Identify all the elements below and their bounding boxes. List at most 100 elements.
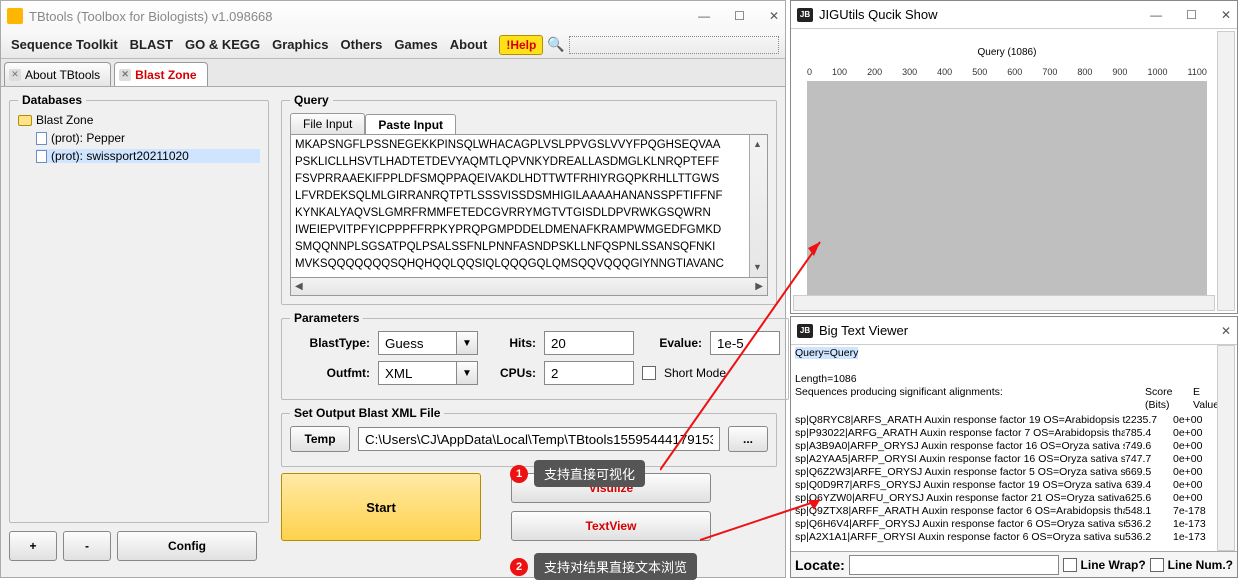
app-icon bbox=[7, 8, 23, 24]
hit-bits: 2235.7 bbox=[1125, 414, 1173, 427]
temp-button[interactable]: Temp bbox=[290, 426, 350, 452]
close-tab-icon[interactable]: ✕ bbox=[9, 69, 21, 81]
menu-others[interactable]: Others bbox=[335, 37, 389, 52]
hit-evalue: 0e+00 bbox=[1173, 479, 1203, 492]
hit-evalue: 0e+00 bbox=[1173, 453, 1203, 466]
blasttype-value[interactable] bbox=[378, 331, 456, 355]
vertical-scrollbar[interactable] bbox=[1217, 345, 1235, 551]
btv-title: Big Text Viewer bbox=[819, 323, 1221, 338]
remove-db-button[interactable]: - bbox=[63, 531, 111, 561]
bits-header: (Bits) bbox=[1145, 399, 1193, 412]
config-button[interactable]: Config bbox=[117, 531, 257, 561]
linewrap-checkbox[interactable] bbox=[1063, 558, 1077, 572]
folder-icon bbox=[18, 115, 32, 126]
hit-bits: 639.4 bbox=[1125, 479, 1173, 492]
ruler-tick: 100 bbox=[832, 67, 847, 77]
linenum-checkbox[interactable] bbox=[1150, 558, 1164, 572]
minimize-icon[interactable]: — bbox=[1150, 8, 1162, 22]
menu-sequence-toolkit[interactable]: Sequence Toolkit bbox=[5, 37, 124, 52]
hit-row[interactable]: sp|Q8RYC8|ARFS_ARATH Auxin response fact… bbox=[795, 414, 1233, 427]
hits-input[interactable] bbox=[544, 331, 634, 355]
hit-bits: 536.2 bbox=[1125, 518, 1173, 531]
tab-blast-zone[interactable]: ✕ Blast Zone bbox=[114, 62, 207, 86]
jigutils-window: JB JIGUtils Qucik Show — ☐ ✕ Query (1086… bbox=[790, 0, 1238, 314]
close-icon[interactable]: ✕ bbox=[769, 9, 779, 23]
start-button[interactable]: Start bbox=[281, 473, 481, 541]
menu-about[interactable]: About bbox=[444, 37, 494, 52]
dropdown-icon[interactable]: ▼ bbox=[456, 331, 478, 355]
hit-name: sp|Q9ZTX8|ARFF_ARATH Auxin response fact… bbox=[795, 505, 1125, 518]
jigutils-titlebar: JB JIGUtils Qucik Show — ☐ ✕ bbox=[791, 1, 1237, 29]
annotation-badge-1: 1 bbox=[510, 465, 528, 483]
menu-graphics[interactable]: Graphics bbox=[266, 37, 334, 52]
outfmt-value[interactable] bbox=[378, 361, 456, 385]
databases-title: Databases bbox=[18, 93, 86, 107]
ruler-tick: 1000 bbox=[1147, 67, 1167, 77]
help-button[interactable]: !Help bbox=[499, 35, 543, 55]
hit-row[interactable]: sp|A2YAA5|ARFP_ORYSI Auxin response fact… bbox=[795, 453, 1233, 466]
maximize-icon[interactable]: ☐ bbox=[1186, 8, 1197, 22]
ruler-tick: 600 bbox=[1007, 67, 1022, 77]
hit-evalue: 0e+00 bbox=[1173, 440, 1203, 453]
hit-name: sp|Q6YZW0|ARFU_ORYSJ Auxin response fact… bbox=[795, 492, 1125, 505]
shortmode-checkbox[interactable] bbox=[642, 366, 656, 380]
btv-text-area[interactable]: Query=Query Length=1086 Sequences produc… bbox=[791, 345, 1237, 551]
hit-evalue: 0e+00 bbox=[1173, 414, 1203, 427]
ruler-tick: 200 bbox=[867, 67, 882, 77]
db-item-pepper[interactable]: (prot): Pepper bbox=[36, 131, 260, 145]
menu-games[interactable]: Games bbox=[388, 37, 443, 52]
tab-file-input[interactable]: File Input bbox=[290, 113, 365, 134]
hit-row[interactable]: sp|Q6Z2W3|ARFE_ORYSJ Auxin response fact… bbox=[795, 466, 1233, 479]
linewrap-label: Line Wrap? bbox=[1081, 558, 1146, 572]
annotation-arrow-icon bbox=[660, 230, 840, 483]
document-icon bbox=[36, 150, 47, 163]
btv-titlebar: JB Big Text Viewer ✕ bbox=[791, 317, 1237, 345]
hit-bits: 749.6 bbox=[1125, 440, 1173, 453]
locate-label: Locate: bbox=[795, 557, 845, 573]
outfmt-combo[interactable]: ▼ bbox=[378, 361, 478, 385]
hit-row[interactable]: sp|Q6YZW0|ARFU_ORYSJ Auxin response fact… bbox=[795, 492, 1233, 505]
close-icon[interactable]: ✕ bbox=[1221, 324, 1231, 338]
search-icon[interactable]: 🔍 bbox=[547, 36, 564, 53]
maximize-icon[interactable]: ☐ bbox=[734, 9, 745, 23]
textview-button[interactable]: TextView bbox=[511, 511, 711, 541]
close-icon[interactable]: ✕ bbox=[1221, 8, 1231, 22]
annotation-arrow-icon bbox=[700, 490, 840, 553]
big-text-viewer-window: JB Big Text Viewer ✕ Query=Query Length=… bbox=[790, 316, 1238, 578]
dropdown-icon[interactable]: ▼ bbox=[456, 361, 478, 385]
hit-name: sp|P93022|ARFG_ARATH Auxin response fact… bbox=[795, 427, 1125, 440]
tab-about-tbtools[interactable]: ✕ About TBtools bbox=[4, 62, 111, 86]
hit-row[interactable]: sp|Q6H6V4|ARFF_ORYSJ Auxin response fact… bbox=[795, 518, 1233, 531]
cpus-label: CPUs: bbox=[486, 366, 536, 380]
hit-row[interactable]: sp|A2X1A1|ARFF_ORYSI Auxin response fact… bbox=[795, 531, 1233, 544]
hits-label: Hits: bbox=[486, 336, 536, 350]
ruler-title: Query (1086) bbox=[807, 47, 1207, 58]
hit-row[interactable]: sp|P93022|ARFG_ARATH Auxin response fact… bbox=[795, 427, 1233, 440]
cpus-input[interactable] bbox=[544, 361, 634, 385]
add-db-button[interactable]: + bbox=[9, 531, 57, 561]
minimize-icon[interactable]: — bbox=[698, 9, 710, 23]
alignment-canvas[interactable] bbox=[807, 81, 1207, 297]
hit-evalue: 0e+00 bbox=[1173, 427, 1203, 440]
ruler-tick: 300 bbox=[902, 67, 917, 77]
hit-row[interactable]: sp|Q0D9R7|ARFS_ORYSJ Auxin response fact… bbox=[795, 479, 1233, 492]
blasttype-combo[interactable]: ▼ bbox=[378, 331, 478, 355]
hit-row[interactable]: sp|Q9ZTX8|ARFF_ARATH Auxin response fact… bbox=[795, 505, 1233, 518]
tab-paste-input[interactable]: Paste Input bbox=[365, 114, 456, 135]
hit-name: sp|Q0D9R7|ARFS_ORYSJ Auxin response fact… bbox=[795, 479, 1125, 492]
close-tab-icon[interactable]: ✕ bbox=[119, 69, 131, 81]
vertical-scrollbar[interactable] bbox=[1217, 31, 1235, 311]
hit-name: sp|A3B9A0|ARFP_ORYSJ Auxin response fact… bbox=[795, 440, 1125, 453]
horizontal-scrollbar[interactable] bbox=[793, 295, 1215, 311]
linenum-label: Line Num.? bbox=[1168, 558, 1233, 572]
menu-blast[interactable]: BLAST bbox=[124, 37, 179, 52]
app-title: TBtools (Toolbox for Biologists) v1.0986… bbox=[29, 9, 698, 24]
search-field-placeholder[interactable] bbox=[569, 36, 779, 54]
db-root[interactable]: Blast Zone bbox=[18, 113, 260, 127]
db-item-swissport[interactable]: (prot): swissport20211020 bbox=[36, 149, 260, 163]
menu-go-kegg[interactable]: GO & KEGG bbox=[179, 37, 266, 52]
hit-row[interactable]: sp|A3B9A0|ARFP_ORYSJ Auxin response fact… bbox=[795, 440, 1233, 453]
ruler-tick: 700 bbox=[1042, 67, 1057, 77]
locate-input[interactable] bbox=[849, 555, 1059, 575]
document-icon bbox=[36, 132, 47, 145]
